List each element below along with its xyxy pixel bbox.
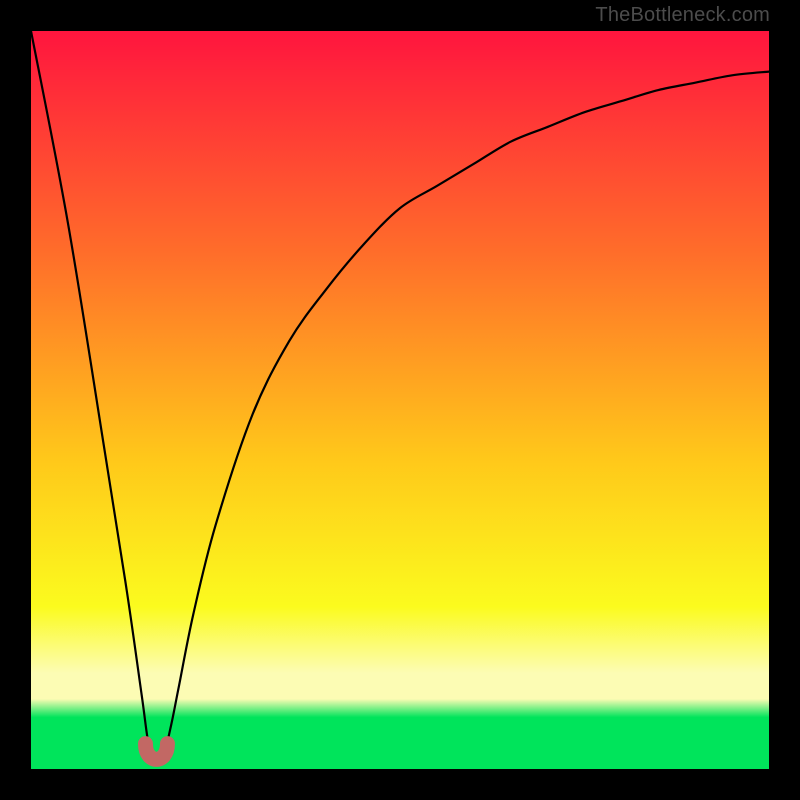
gradient-background — [31, 31, 769, 769]
chart-frame: TheBottleneck.com — [0, 0, 800, 800]
bottleneck-chart — [31, 31, 769, 769]
watermark-text: TheBottleneck.com — [595, 4, 770, 27]
plot-area — [31, 31, 769, 769]
